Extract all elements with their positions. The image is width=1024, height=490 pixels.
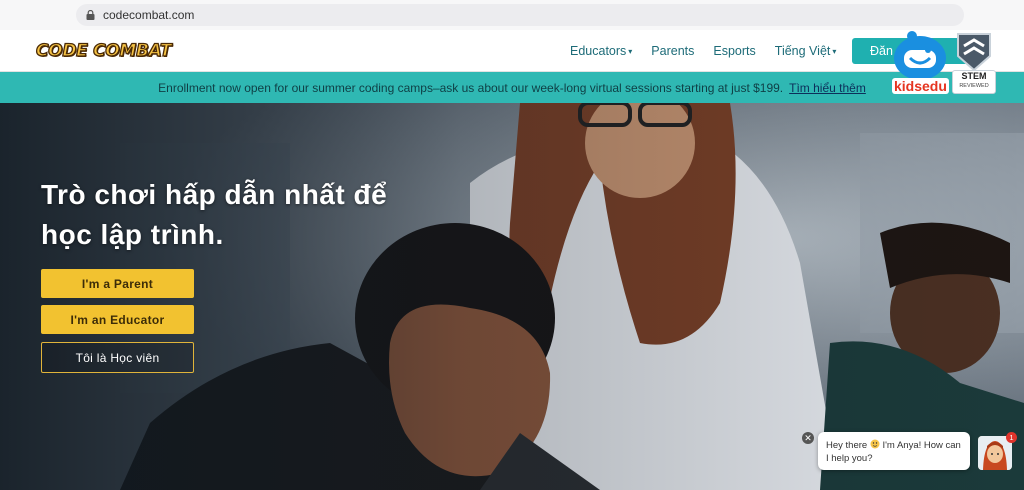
announcement-banner: Enrollment now open for our summer codin… (0, 72, 1024, 103)
main-nav: Educators ▾ Parents Esports Tiếng Việt ▾ (570, 30, 855, 72)
stem-text: STEM (961, 71, 987, 81)
waving-face-icon (870, 439, 880, 449)
site-header: CODE COMBAT Educators ▾ Parents Esports T… (0, 30, 1024, 72)
logo-text: CODE COMBAT (35, 40, 172, 61)
browser-address-bar: codecombat.com (0, 0, 1024, 30)
kidsedu-logo: kidsedu (890, 30, 954, 96)
stem-reviewed-badge: STEM REVIEWED (952, 32, 996, 96)
language-selector[interactable]: Tiếng Việt ▾ (775, 44, 837, 58)
banner-learn-more-link[interactable]: Tìm hiểu thêm (789, 81, 866, 95)
chat-message-bubble[interactable]: Hey there I'm Anya! How can I help you? (818, 432, 970, 470)
parent-button[interactable]: I'm a Parent (41, 269, 194, 298)
caret-down-icon: ▾ (832, 46, 837, 56)
hero-title: Trò chơi hấp dẫn nhất để học lập trình. (41, 175, 461, 255)
nav-item-parents[interactable]: Parents (651, 44, 694, 58)
nav-item-label: Parents (651, 44, 695, 58)
hero-title-line1: Trò chơi hấp dẫn nhất để (41, 179, 388, 210)
student-button[interactable]: Tôi là Học viên (41, 342, 194, 373)
url-field[interactable]: codecombat.com (76, 4, 964, 26)
nav-item-label: Esports (713, 44, 756, 58)
banner-text: Enrollment now open for our summer codin… (158, 80, 784, 95)
nav-item-label: Educators (570, 44, 627, 58)
hero-title-line2: học lập trình. (41, 219, 224, 250)
chat-close-button[interactable]: ✕ (802, 432, 814, 444)
nav-item-educators[interactable]: Educators ▾ (570, 44, 632, 58)
codecombat-logo[interactable]: CODE COMBAT (35, 38, 172, 64)
educator-button[interactable]: I'm an Educator (41, 305, 194, 334)
kidsedu-text: kidsedu (892, 78, 949, 94)
stem-subtext: REVIEWED (959, 83, 989, 89)
nav-item-esports[interactable]: Esports (713, 44, 755, 58)
chat-unread-badge: 1 (1006, 432, 1017, 443)
lock-icon (86, 10, 95, 20)
url-text: codecombat.com (103, 8, 195, 22)
chat-message-part1: Hey there (826, 440, 870, 451)
caret-down-icon: ▾ (628, 46, 633, 56)
nav-item-label: Tiếng Việt (774, 44, 831, 58)
